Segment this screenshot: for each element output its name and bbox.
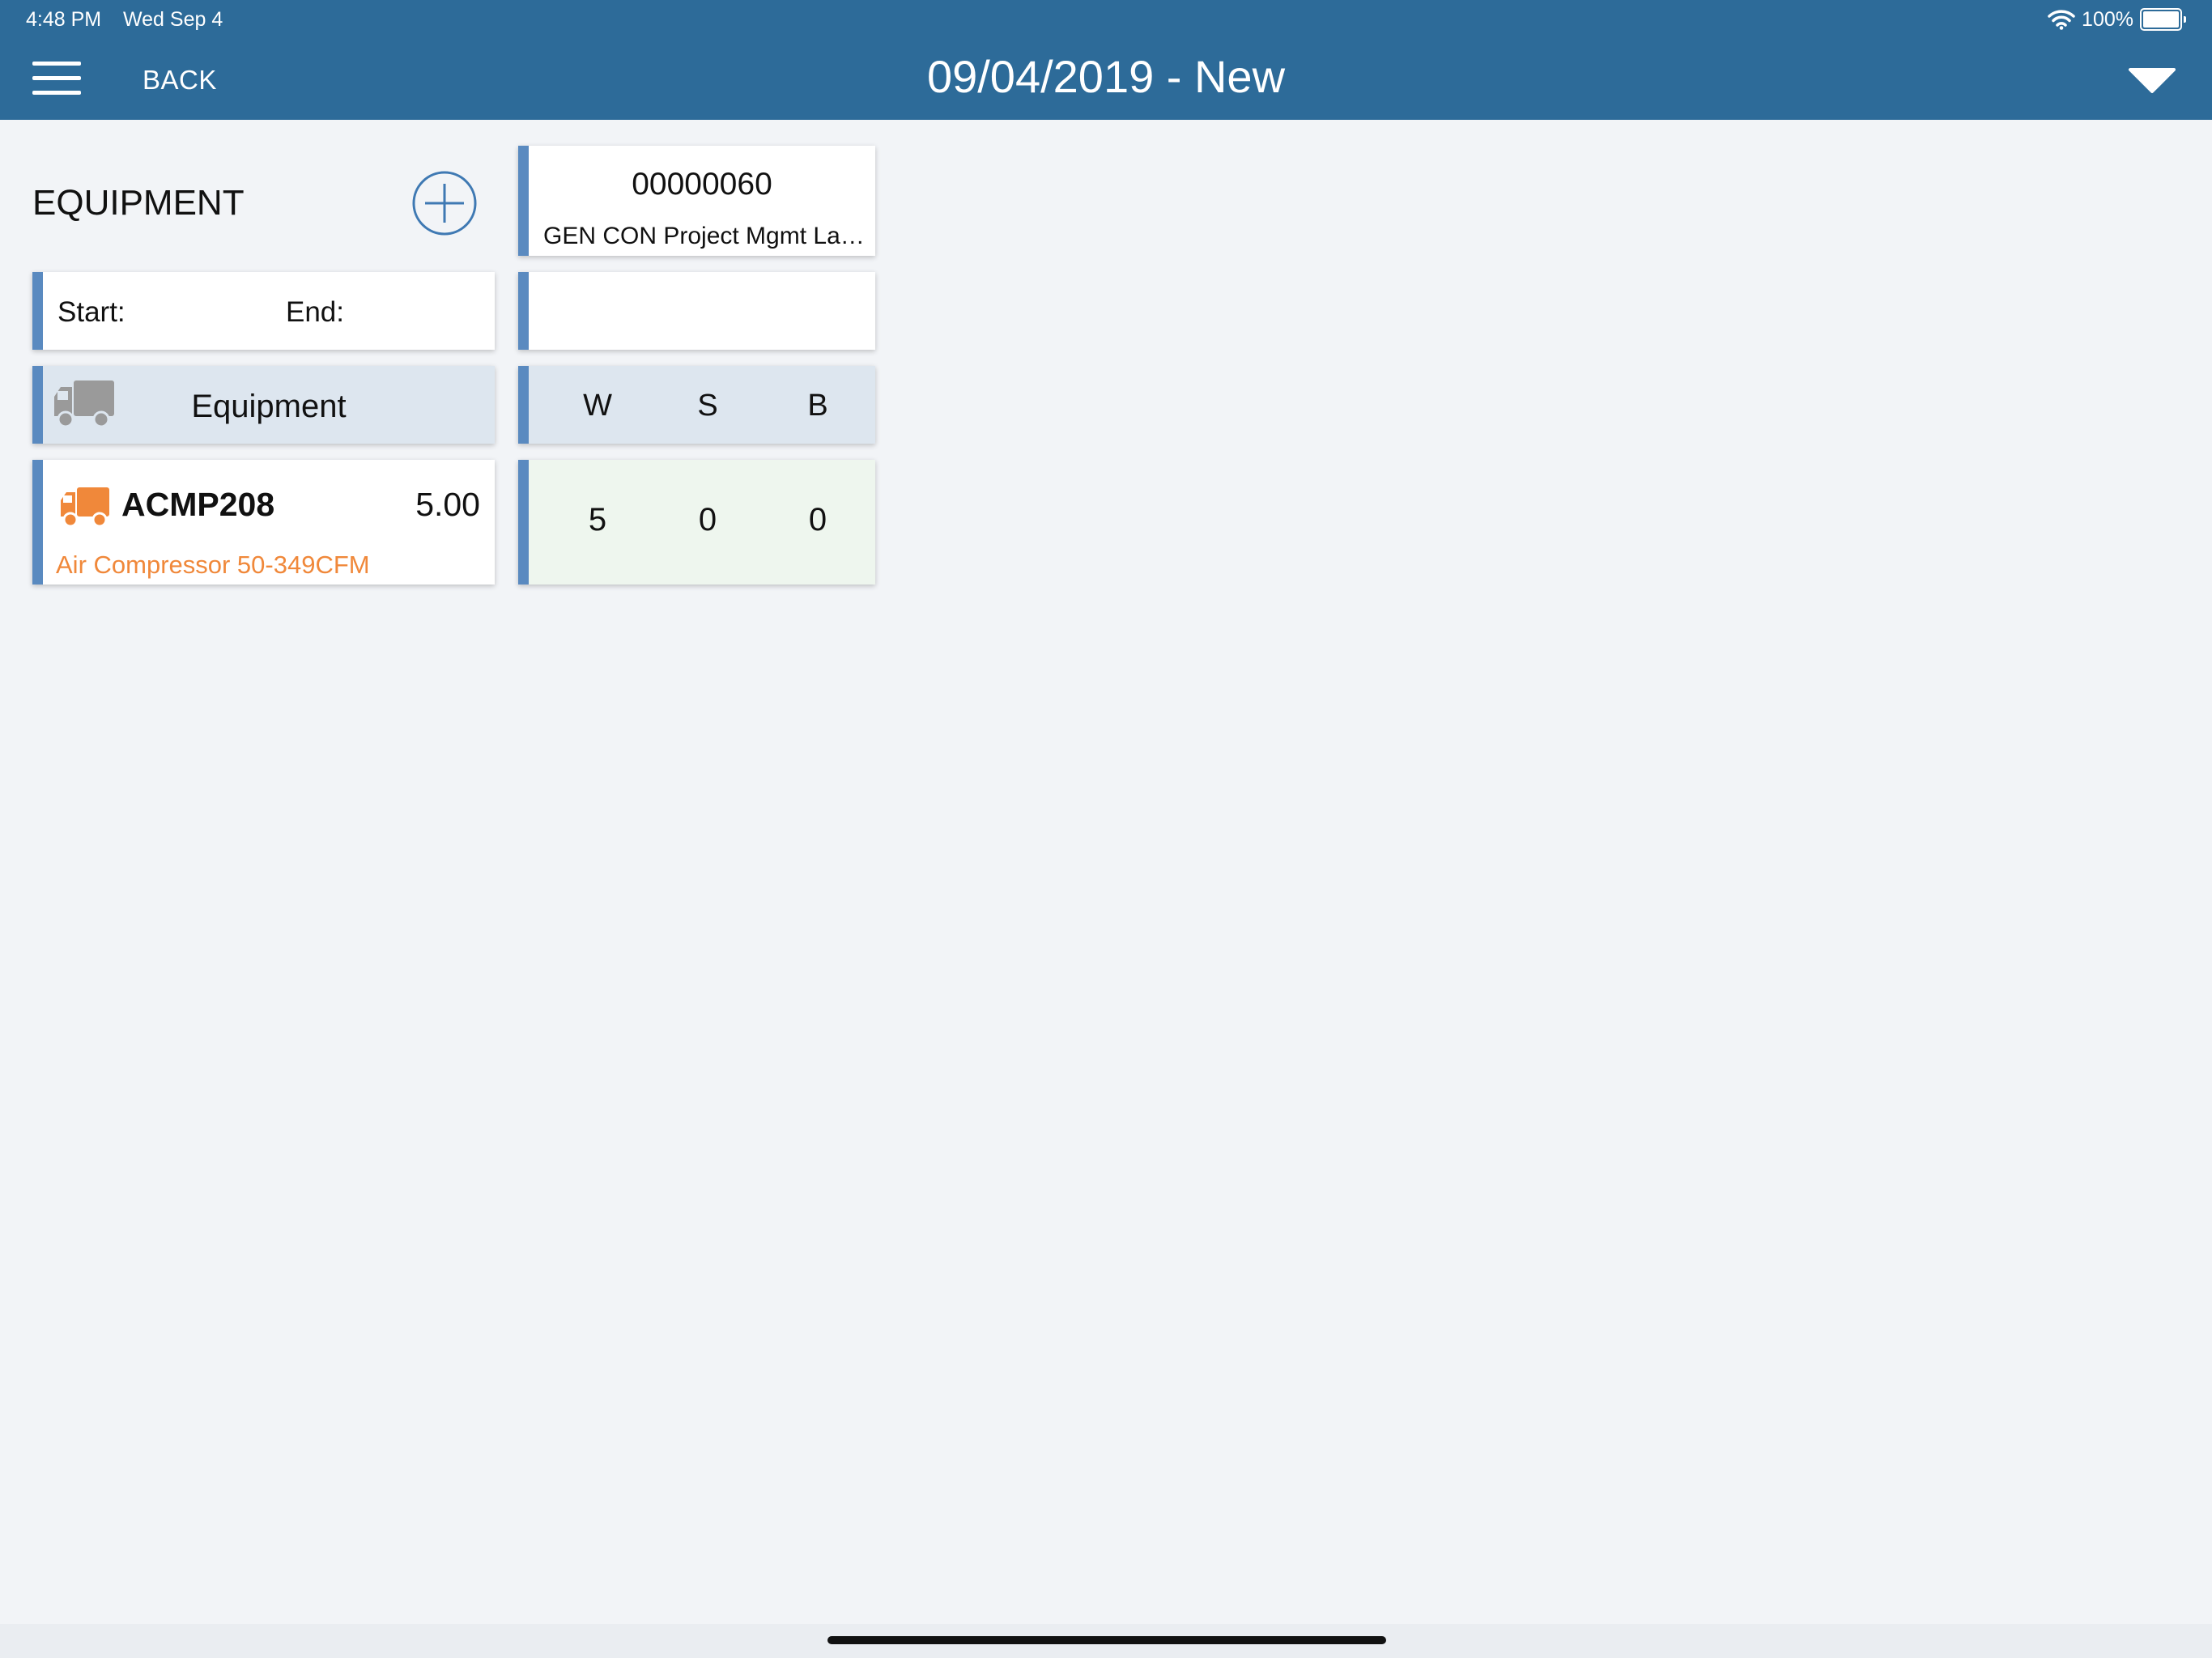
- truck-icon: [61, 487, 109, 528]
- section-title: EQUIPMENT: [32, 183, 245, 223]
- job-description: GEN CON Project Mgmt Labor: [543, 223, 872, 249]
- job-card[interactable]: 00000060 GEN CON Project Mgmt Labor: [518, 146, 875, 256]
- wsb-values-row[interactable]: 5 0 0: [518, 460, 875, 585]
- column-w-label: W: [583, 389, 612, 423]
- column-b-label: B: [807, 389, 828, 423]
- value-s: 0: [698, 502, 717, 538]
- status-date: Wed Sep 4: [123, 8, 223, 31]
- column-s-label: S: [697, 389, 718, 423]
- wsb-header: W S B: [518, 366, 875, 444]
- start-label: Start:: [57, 296, 125, 328]
- battery-icon: [2140, 8, 2182, 31]
- equipment-column-label: Equipment: [191, 389, 347, 424]
- triangle-down-icon[interactable]: [2128, 66, 2176, 94]
- status-time: 4:48 PM: [26, 8, 102, 31]
- battery-percent: 100%: [2082, 7, 2133, 31]
- back-button[interactable]: BACK: [143, 65, 217, 96]
- top-bar: 4:48 PM Wed Sep 4 100% BACK 09/04/2019 -…: [0, 0, 2212, 120]
- value-w: 5: [588, 502, 607, 538]
- page-title: 09/04/2019 - New: [926, 51, 1286, 102]
- equipment-row[interactable]: ACMP208 5.00 Air Compressor 50-349CFM: [32, 460, 495, 585]
- battery-tip: [2184, 16, 2186, 23]
- equipment-code: ACMP208: [121, 486, 275, 523]
- hamburger-menu-icon[interactable]: [32, 62, 81, 96]
- end-label: End:: [286, 296, 344, 328]
- equipment-quantity: 5.00: [415, 486, 480, 523]
- home-indicator[interactable]: [827, 1636, 1386, 1644]
- job-number: 00000060: [632, 167, 772, 202]
- blank-card: [518, 272, 875, 350]
- status-indicators: 100%: [2048, 6, 2186, 32]
- time-range-card[interactable]: Start: End:: [32, 272, 495, 350]
- value-b: 0: [808, 502, 827, 538]
- plus-circle-icon[interactable]: [411, 170, 478, 236]
- equipment-header: Equipment: [32, 366, 495, 444]
- equipment-description: Air Compressor 50-349CFM: [56, 551, 370, 579]
- wifi-icon: [2048, 10, 2075, 30]
